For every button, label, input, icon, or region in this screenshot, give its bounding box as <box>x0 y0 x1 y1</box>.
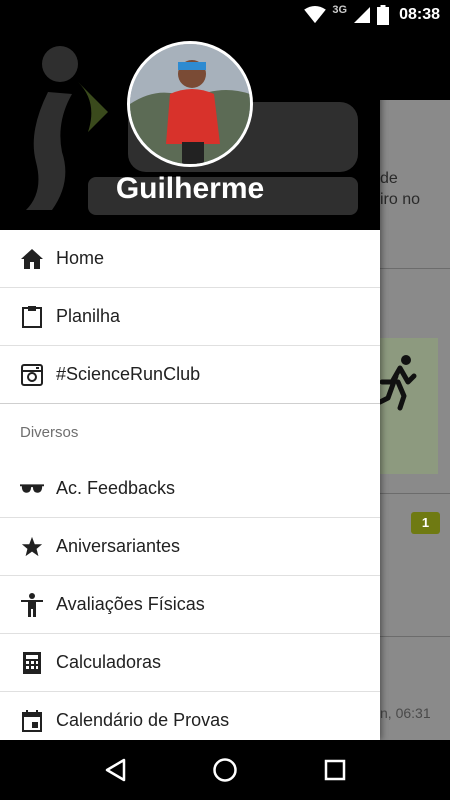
menu-item-avaliacoes-fisicas[interactable]: Avaliações Físicas <box>0 576 380 634</box>
menu-item-planilha[interactable]: Planilha <box>0 288 380 346</box>
count-badge: 1 <box>411 512 440 534</box>
menu-item-label: Calculadoras <box>56 652 162 672</box>
avatar[interactable] <box>127 41 253 167</box>
menu-item-label: Avaliações Físicas <box>56 594 205 614</box>
navigation-drawer: Guilherme Home Planilha #ScienceRunClub … <box>0 30 380 740</box>
menu-item-label: #ScienceRunClub <box>56 364 201 384</box>
network-type: 3G <box>332 4 348 16</box>
menu-item-calendario-de-provas[interactable]: Calendário de Provas <box>0 692 380 740</box>
cell-signal-icon <box>354 7 371 23</box>
sunglasses-icon <box>20 477 44 501</box>
menu-item-home[interactable]: Home <box>0 230 380 288</box>
system-nav-bar <box>0 740 450 800</box>
bg-divider <box>380 636 450 637</box>
bg-divider <box>380 493 450 494</box>
bg-text-1: de <box>380 170 398 187</box>
clipboard-icon <box>20 305 44 329</box>
status-bar: 3G 08:38 <box>0 0 450 30</box>
recents-button[interactable] <box>315 750 355 790</box>
user-name: Guilherme <box>115 172 265 205</box>
person-icon <box>20 592 44 617</box>
back-button[interactable] <box>95 750 135 790</box>
avatar-photo <box>130 44 250 164</box>
menu-item-label: Calendário de Provas <box>56 710 230 730</box>
calendar-icon <box>20 709 44 733</box>
clock: 08:38 <box>399 6 440 23</box>
home-button[interactable] <box>205 750 245 790</box>
bg-timestamp: n, 06:31 <box>380 705 431 721</box>
instagram-icon <box>20 363 44 387</box>
menu-item-label: Aniversariantes <box>56 536 181 556</box>
bg-text-2: iro no <box>380 191 421 208</box>
runner-icon <box>378 355 417 411</box>
menu-item-calculadoras[interactable]: Calculadoras <box>0 634 380 692</box>
menu-item-ac-feedbacks[interactable]: Ac. Feedbacks <box>0 460 380 518</box>
drawer-header: Guilherme <box>0 30 380 230</box>
menu-item-label: Ac. Feedbacks <box>56 478 176 498</box>
back-icon <box>105 758 126 782</box>
wifi-icon <box>304 6 327 24</box>
battery-icon <box>377 5 390 25</box>
drawer-menu: Home Planilha #ScienceRunClub Diversos A… <box>0 230 380 740</box>
menu-item-sciencerunclub[interactable]: #ScienceRunClub <box>0 346 380 404</box>
recents-icon <box>324 759 346 781</box>
star-icon <box>20 535 44 559</box>
home-circle-icon <box>213 758 237 782</box>
calculator-icon <box>20 651 44 675</box>
home-icon <box>20 247 44 271</box>
bg-divider <box>380 268 450 269</box>
menu-item-label: Home <box>56 248 105 268</box>
menu-item-aniversariantes[interactable]: Aniversariantes <box>0 518 380 576</box>
section-title-diversos: Diversos <box>20 423 79 441</box>
menu-item-label: Planilha <box>56 306 121 326</box>
